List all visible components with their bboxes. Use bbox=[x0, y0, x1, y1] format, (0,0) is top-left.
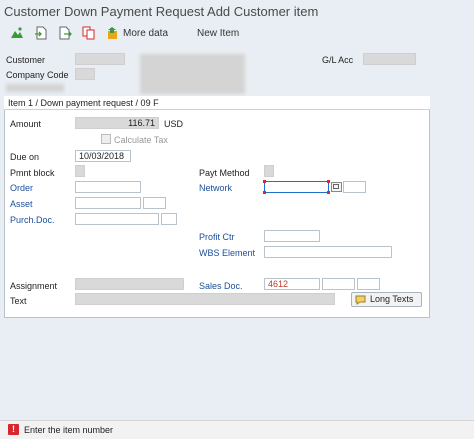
assignment-field[interactable] bbox=[75, 278, 184, 290]
profit-ctr-label: Profit Ctr bbox=[199, 232, 235, 242]
sales-doc-item-field[interactable] bbox=[322, 278, 355, 290]
focus-marker bbox=[327, 180, 330, 183]
toolbar: More data New Item bbox=[0, 22, 474, 44]
status-message: Enter the item number bbox=[24, 425, 114, 435]
payt-method-field[interactable] bbox=[264, 165, 274, 177]
network-label: Network bbox=[199, 183, 233, 193]
due-on-field[interactable]: 10/03/2018 bbox=[75, 150, 131, 162]
document-out-icon[interactable] bbox=[58, 26, 72, 40]
error-icon: ! bbox=[8, 424, 19, 435]
copy-icon[interactable] bbox=[82, 26, 96, 40]
network-field[interactable] bbox=[264, 181, 329, 193]
item-heading: Item 1 / Down payment request / 09 F bbox=[8, 98, 159, 108]
purch-doc-label: Purch.Doc. bbox=[10, 215, 55, 225]
value-help-icon[interactable] bbox=[331, 182, 342, 192]
more-data-button[interactable]: More data bbox=[123, 28, 168, 39]
profit-ctr-field[interactable] bbox=[264, 230, 320, 242]
sales-doc-schedule-field[interactable] bbox=[357, 278, 380, 290]
order-field[interactable] bbox=[75, 181, 141, 193]
address-redacted bbox=[140, 54, 245, 94]
calculate-tax-checkbox[interactable] bbox=[101, 134, 111, 144]
asset-subnumber-field[interactable] bbox=[143, 197, 166, 209]
item-panel-header: Item 1 / Down payment request / 09 F bbox=[4, 96, 430, 110]
wbs-element-field[interactable] bbox=[264, 246, 392, 258]
focus-marker bbox=[327, 191, 330, 194]
company-code-label: Company Code bbox=[6, 70, 69, 80]
network-activity-field[interactable] bbox=[343, 181, 366, 193]
amount-field[interactable]: 116.71 bbox=[75, 117, 159, 129]
customer-label: Customer bbox=[6, 55, 46, 65]
text-field[interactable] bbox=[75, 293, 335, 305]
gl-acc-field[interactable] bbox=[363, 53, 416, 65]
gl-acc-label: G/L Acc bbox=[322, 55, 354, 65]
purch-doc-item-field[interactable] bbox=[161, 213, 177, 225]
new-item-button[interactable]: New Item bbox=[197, 28, 239, 39]
company-code-field[interactable] bbox=[75, 68, 95, 80]
more-data-icon[interactable] bbox=[106, 26, 120, 40]
sales-doc-label: Sales Doc. bbox=[199, 281, 243, 291]
purch-doc-field[interactable] bbox=[75, 213, 159, 225]
amount-label: Amount bbox=[10, 119, 42, 129]
window-title: Customer Down Payment Request Add Custom… bbox=[4, 4, 319, 19]
wbs-element-label: WBS Element bbox=[199, 248, 256, 258]
asset-field[interactable] bbox=[75, 197, 141, 209]
due-on-label: Due on bbox=[10, 152, 40, 162]
text-label: Text bbox=[10, 296, 27, 306]
sales-doc-field[interactable]: 4612 bbox=[264, 278, 320, 290]
currency-label: USD bbox=[164, 119, 184, 129]
status-bar: ! Enter the item number bbox=[0, 420, 474, 439]
calculate-tax-label: Calculate Tax bbox=[114, 135, 168, 145]
focus-marker bbox=[263, 180, 266, 183]
pmnt-block-label: Pmnt block bbox=[10, 168, 55, 178]
customer-name-redacted bbox=[6, 84, 64, 92]
payt-method-label: Payt Method bbox=[199, 168, 250, 178]
long-texts-label: Long Texts bbox=[370, 294, 414, 304]
long-texts-button[interactable]: Long Texts bbox=[351, 292, 422, 307]
document-in-icon[interactable] bbox=[34, 26, 48, 40]
pmnt-block-field[interactable] bbox=[75, 165, 85, 177]
customer-field[interactable] bbox=[75, 53, 125, 65]
focus-marker bbox=[263, 191, 266, 194]
long-text-icon bbox=[355, 295, 366, 305]
asset-label: Asset bbox=[10, 199, 33, 209]
mountain-icon[interactable] bbox=[10, 26, 24, 40]
assignment-label: Assignment bbox=[10, 281, 58, 291]
order-label: Order bbox=[10, 183, 34, 193]
